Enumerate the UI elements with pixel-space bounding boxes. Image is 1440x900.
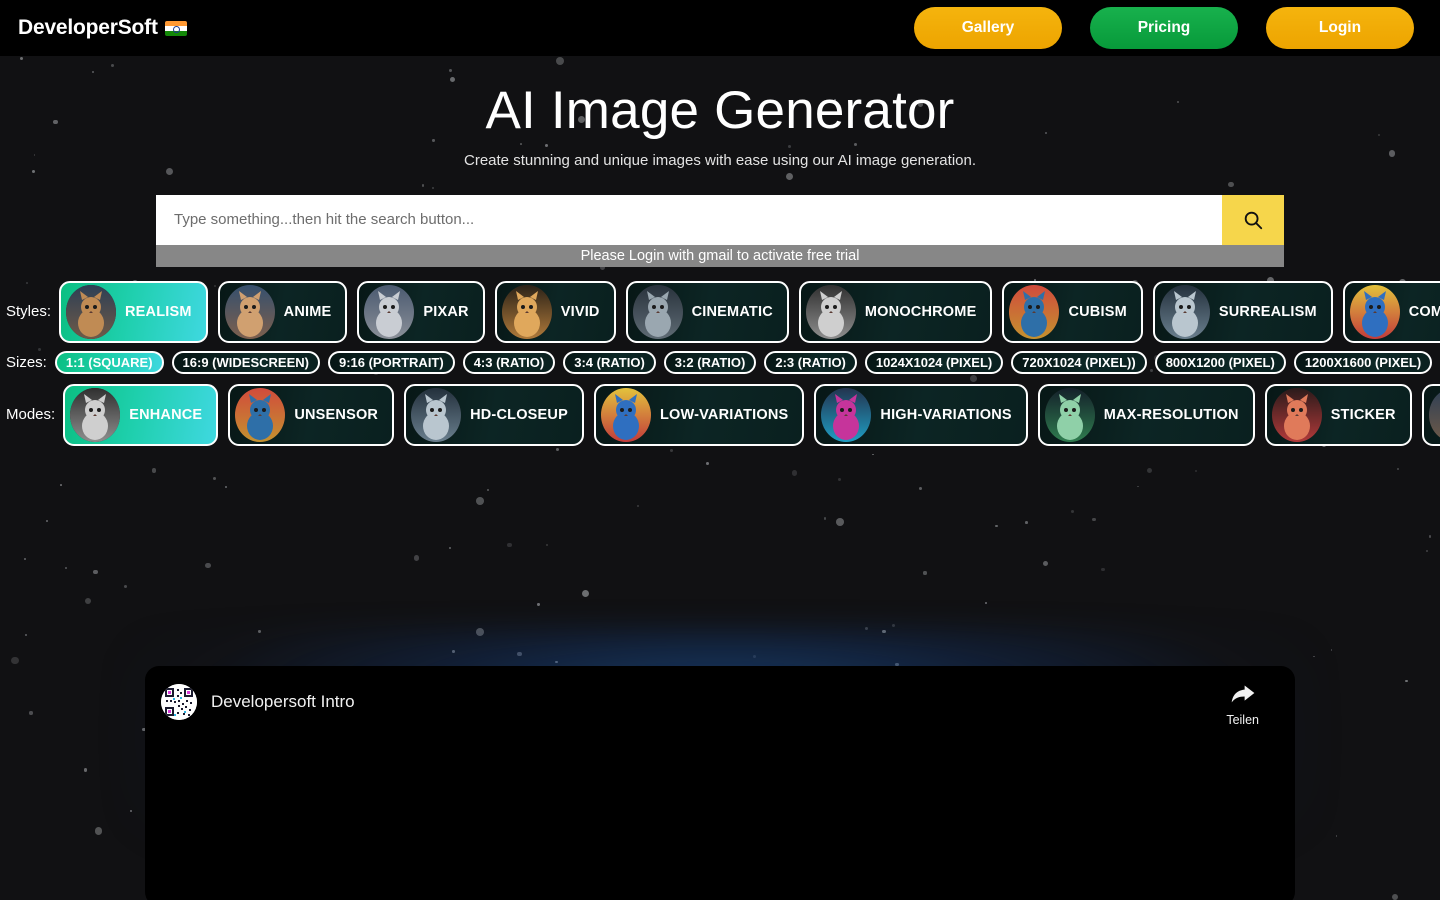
style-chip[interactable]: SURREALISM [1152, 280, 1333, 343]
mode-label: LOW-VARIATIONS [659, 406, 789, 423]
pricing-button[interactable]: Pricing [1090, 7, 1238, 49]
mode-chip[interactable]: REMOVE-BG [1421, 383, 1440, 446]
size-chip[interactable]: 4:3 (RATIO) [462, 350, 556, 374]
video-player[interactable]: Developersoft Intro Teilen [145, 666, 1295, 900]
search-button[interactable] [1222, 194, 1284, 245]
style-thumbnail [805, 284, 856, 339]
style-thumbnail [1009, 284, 1060, 339]
style-thumbnail [501, 284, 552, 339]
size-chip[interactable]: 3:2 (RATIO) [663, 350, 757, 374]
style-label: CUBISM [1068, 303, 1127, 320]
brand-logo-text: DeveloperSoft [18, 16, 158, 39]
size-chip[interactable]: 1:1 (SQUARE) [54, 350, 164, 374]
mode-thumbnail [821, 387, 872, 442]
top-navbar: DeveloperSoft Gallery Pricing Login [0, 0, 1440, 56]
size-chip[interactable]: 1024X1024 (PIXEL) [864, 350, 1004, 374]
style-label: ANIME [283, 303, 332, 320]
page-subtitle: Create stunning and unique images with e… [464, 151, 976, 169]
style-chip[interactable]: REALISM [59, 280, 208, 343]
style-thumbnail [632, 284, 683, 339]
mode-label: HIGH-VARIATIONS [880, 406, 1012, 423]
style-chip[interactable]: COMIC [1342, 280, 1440, 343]
video-header: Developersoft Intro Teilen [145, 666, 1295, 736]
mode-label: MAX-RESOLUTION [1103, 406, 1239, 423]
mode-chip[interactable]: HD-CLOSEUP [404, 383, 584, 446]
modes-track[interactable]: ENHANCE UNSENSOR HD-CLOSEUP LOW-VARIATIONS H… [63, 383, 1440, 446]
share-arrow-icon [1231, 685, 1255, 703]
sizes-row-label: Sizes: [6, 353, 47, 371]
mode-chip[interactable]: LOW-VARIATIONS [593, 383, 805, 446]
mode-thumbnail [1428, 387, 1440, 442]
share-button[interactable]: Teilen [1226, 684, 1279, 727]
search-section: Please Login with gmail to activate free… [156, 194, 1284, 267]
style-label: REALISM [125, 303, 192, 320]
style-label: VIVID [560, 303, 600, 320]
style-thumbnail [364, 284, 415, 339]
video-title: Developersoft Intro [211, 692, 355, 711]
style-chip[interactable]: MONOCHROME [798, 280, 993, 343]
style-chip[interactable]: CUBISM [1002, 280, 1143, 343]
hero-section: AI Image Generator Create stunning and u… [0, 56, 1440, 169]
qr-code-glyph [161, 684, 197, 720]
mode-thumbnail [411, 387, 462, 442]
qr-code-avatar-icon [161, 684, 197, 720]
style-thumbnail [66, 284, 117, 339]
style-thumbnail [1349, 284, 1400, 339]
mode-chip[interactable]: ENHANCE [63, 383, 219, 446]
search-bar [156, 194, 1284, 245]
gallery-button[interactable]: Gallery [914, 7, 1062, 49]
search-icon [1244, 211, 1263, 229]
mode-thumbnail [235, 387, 286, 442]
style-thumbnail [1159, 284, 1210, 339]
style-chip[interactable]: CINEMATIC [625, 280, 789, 343]
mode-thumbnail [1271, 387, 1322, 442]
navbar-actions: Gallery Pricing Login [914, 7, 1414, 49]
login-notice-bar: Please Login with gmail to activate free… [156, 244, 1284, 267]
mode-thumbnail [70, 387, 121, 442]
search-input[interactable] [156, 194, 1222, 245]
india-flag-icon [164, 20, 187, 36]
options-section: Styles: REALISM ANIME PIXAR VIVID CINEMATIC M… [0, 280, 1440, 446]
brand-logo[interactable]: DeveloperSoft [18, 16, 187, 40]
mode-chip[interactable]: STICKER [1264, 383, 1412, 446]
style-chip[interactable]: ANIME [217, 280, 348, 343]
size-chip[interactable]: 720X1024 (PIXEL)) [1011, 350, 1147, 374]
modes-row-label: Modes: [6, 406, 56, 424]
size-chip[interactable]: 800X1200 (PIXEL) [1154, 350, 1286, 374]
styles-row: Styles: REALISM ANIME PIXAR VIVID CINEMATIC M… [0, 280, 1440, 343]
style-thumbnail [224, 284, 275, 339]
size-chip[interactable]: 3:4 (RATIO) [563, 350, 656, 374]
mode-label: ENHANCE [129, 406, 203, 423]
style-chip[interactable]: PIXAR [357, 280, 485, 343]
style-label: SURREALISM [1218, 303, 1317, 320]
style-label: PIXAR [423, 303, 469, 320]
mode-thumbnail [600, 387, 651, 442]
mode-label: UNSENSOR [294, 406, 379, 423]
mode-chip[interactable]: MAX-RESOLUTION [1037, 383, 1255, 446]
style-label: MONOCHROME [864, 303, 977, 320]
size-chip[interactable]: 1200X1600 (PIXEL) [1293, 350, 1433, 374]
mode-chip[interactable]: HIGH-VARIATIONS [814, 383, 1028, 446]
style-chip[interactable]: VIVID [494, 280, 616, 343]
login-button[interactable]: Login [1266, 7, 1414, 49]
styles-row-label: Styles: [6, 303, 52, 321]
app-root: DeveloperSoft Gallery Pricing Login AI I… [0, 0, 1440, 900]
styles-track[interactable]: REALISM ANIME PIXAR VIVID CINEMATIC MONOCHROM… [59, 280, 1440, 343]
size-chip[interactable]: 16:9 (WIDESCREEN) [171, 350, 320, 374]
share-label: Teilen [1226, 713, 1259, 727]
sizes-track[interactable]: 1:1 (SQUARE) 16:9 (WIDESCREEN) 9:16 (PORTR… [54, 350, 1440, 374]
size-chip[interactable]: 2:3 (RATIO) [764, 350, 857, 374]
modes-row: Modes: ENHANCE UNSENSOR HD-CLOSEUP LOW-VARI… [0, 383, 1440, 446]
mode-thumbnail [1044, 387, 1095, 442]
mode-chip[interactable]: UNSENSOR [228, 383, 395, 446]
style-label: CINEMATIC [691, 303, 773, 320]
size-chip[interactable]: 9:16 (PORTRAIT) [327, 350, 455, 374]
mode-label: STICKER [1330, 406, 1396, 423]
mode-label: HD-CLOSEUP [470, 406, 568, 423]
page-title: AI Image Generator [485, 81, 955, 140]
sizes-row: Sizes: 1:1 (SQUARE) 16:9 (WIDESCREEN) 9:16… [0, 350, 1440, 374]
style-label: COMIC [1408, 303, 1440, 320]
